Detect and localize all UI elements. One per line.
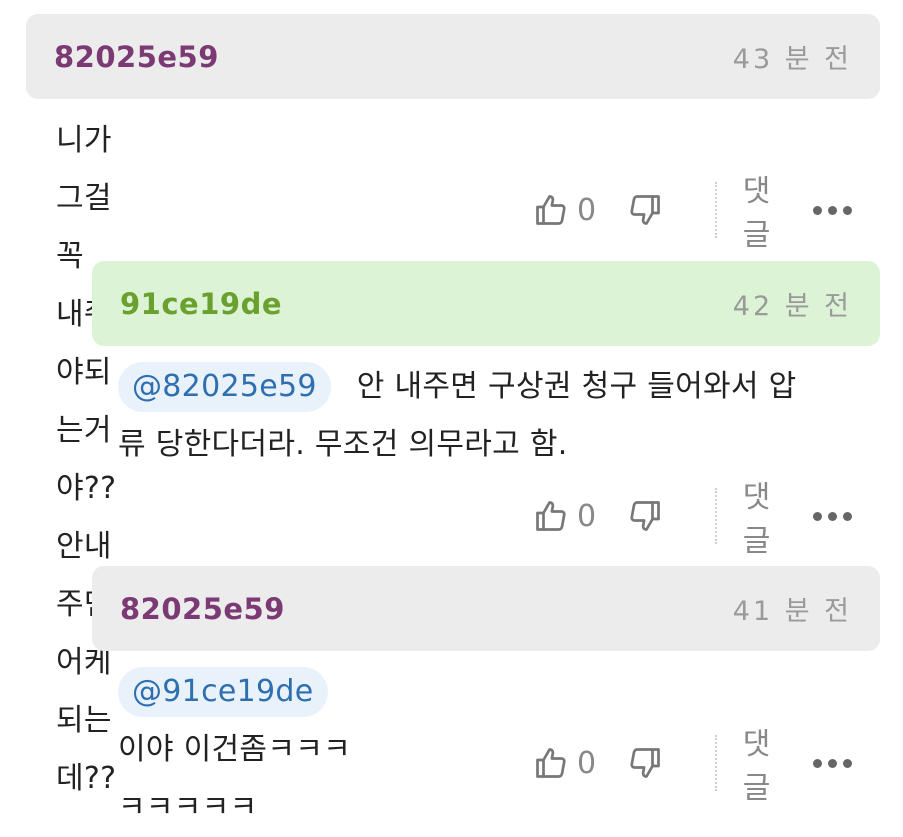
more-dots-icon[interactable] <box>812 511 852 521</box>
comment-text-content: 이야 이건좀ㅋㅋㅋㅋㅋㅋㅋㅋ <box>118 732 352 825</box>
comment-actions: 0 댓글 <box>533 174 852 253</box>
reply-button[interactable]: 댓글 <box>743 472 789 560</box>
thumbs-up-icon[interactable] <box>533 496 569 536</box>
comment-author[interactable]: 82025e59 <box>54 40 219 74</box>
comment-text-content: 니가 그걸 꼭 내줘야되는거야?? 안내주면어케되는데?? <box>56 123 117 796</box>
comment-text: @91ce19de 이야 이건좀ㅋㅋㅋㅋㅋㅋㅋㅋ <box>118 663 354 837</box>
like-count: 0 <box>577 498 597 534</box>
action-divider <box>714 182 717 238</box>
comment-text-line: @82025e59 안 내주면 구상권 청구 들어와서 압 <box>118 358 878 416</box>
more-dots-icon[interactable] <box>812 205 852 215</box>
comment-header: 82025e59 43 분 전 <box>26 14 880 99</box>
mention-tag[interactable]: @82025e59 <box>118 362 331 412</box>
comment-text-content: 안 내주면 구상권 청구 들어와서 압 <box>356 369 797 404</box>
like-count: 0 <box>577 192 597 228</box>
more-dots-icon[interactable] <box>812 758 852 768</box>
comment-text: 니가 그걸 꼭 내줘야되는거야?? 안내주면어케되는데?? <box>56 112 116 808</box>
comment-author[interactable]: 82025e59 <box>120 592 285 626</box>
comment-text-line: 류 당한다더라. 무조건 의무라고 함. <box>118 427 568 462</box>
comment-actions: 0 댓글 <box>533 480 852 559</box>
comment-text: @82025e59 안 내주면 구상권 청구 들어와서 압 류 당한다더라. 무조… <box>118 358 878 474</box>
comment-time: 43 분 전 <box>732 44 852 75</box>
comment-header: 91ce19de 42 분 전 <box>92 261 880 346</box>
thumbs-down-icon[interactable] <box>627 496 663 536</box>
action-divider <box>714 488 717 544</box>
thumbs-down-icon[interactable] <box>627 743 663 783</box>
thumbs-up-icon[interactable] <box>533 190 569 230</box>
like-count: 0 <box>577 745 597 781</box>
comment-time: 41 분 전 <box>732 596 852 627</box>
comment-time: 42 분 전 <box>732 291 852 322</box>
reply-button[interactable]: 댓글 <box>743 166 789 254</box>
action-divider <box>714 735 717 791</box>
thumbs-down-icon[interactable] <box>627 190 663 230</box>
comment-author[interactable]: 91ce19de <box>120 287 282 321</box>
comment-actions: 0 댓글 <box>533 727 852 806</box>
mention-tag[interactable]: @91ce19de <box>118 667 328 717</box>
reply-button[interactable]: 댓글 <box>743 719 789 807</box>
thumbs-up-icon[interactable] <box>533 743 569 783</box>
comment-header: 82025e59 41 분 전 <box>92 566 880 651</box>
